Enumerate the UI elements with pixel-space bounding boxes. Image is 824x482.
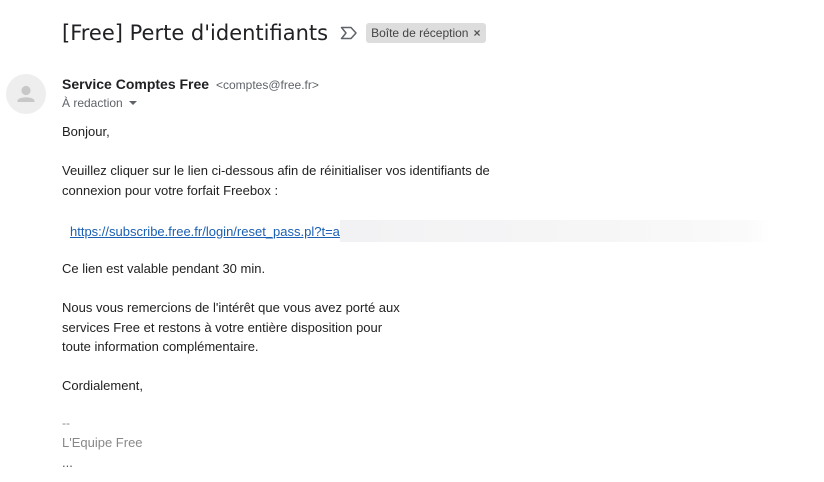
paragraph-line: services Free et restons à votre entière… xyxy=(62,319,383,335)
reset-link-row: https://subscribe.free.fr/login/reset_pa… xyxy=(70,220,770,242)
subject-row: [Free] Perte d'identifiants Boîte de réc… xyxy=(62,18,486,48)
remove-label-icon[interactable]: × xyxy=(473,27,480,39)
email-subject: [Free] Perte d'identifiants xyxy=(62,21,329,45)
signature-separator: -- xyxy=(62,416,70,430)
redacted-token xyxy=(339,220,770,242)
paragraph-line: Veuillez cliquer sur le lien ci-dessous … xyxy=(62,163,490,178)
paragraph-line: Nous vous remercions de l'intérêt que vo… xyxy=(62,300,400,315)
reset-password-link[interactable]: https://subscribe.free.fr/login/reset_pa… xyxy=(70,224,340,239)
validity-notice: Ce lien est valable pendant 30 min. xyxy=(62,261,266,276)
recipient-label: À redaction xyxy=(62,96,123,110)
important-marker-icon[interactable] xyxy=(340,26,358,40)
paragraph-line: toute information complémentaire. xyxy=(62,339,259,354)
recipient-dropdown[interactable]: À redaction xyxy=(62,96,137,110)
closing: Cordialement, xyxy=(62,378,143,393)
inbox-label-chip[interactable]: Boîte de réception × xyxy=(366,23,486,43)
sender-avatar-icon[interactable] xyxy=(6,74,46,114)
greeting: Bonjour, xyxy=(62,124,110,139)
sender-name[interactable]: Service Comptes Free xyxy=(62,76,209,92)
show-trimmed-content-button[interactable]: ... xyxy=(62,455,73,470)
signature-team: L'Equipe Free xyxy=(62,435,143,450)
sender-email: <comptes@free.fr> xyxy=(215,78,319,92)
paragraph-line: connexion pour votre forfait Freebox : xyxy=(62,182,279,198)
sender-row: Service Comptes Free <comptes@free.fr> xyxy=(62,76,319,92)
inbox-label-text: Boîte de réception xyxy=(371,26,469,40)
dropdown-caret-icon[interactable] xyxy=(128,101,137,105)
